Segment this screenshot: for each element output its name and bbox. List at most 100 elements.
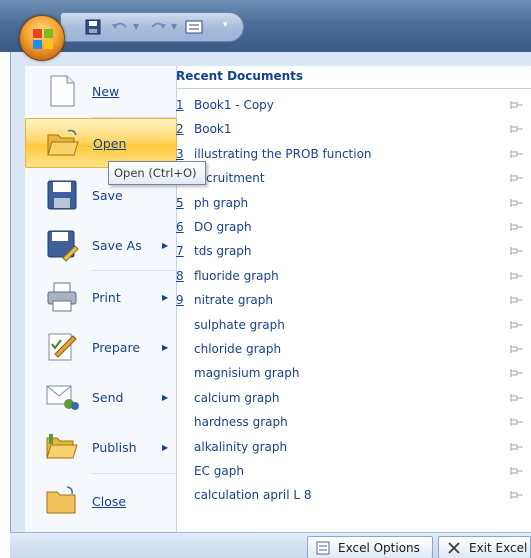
recent-document-name: calculation april L 8 xyxy=(194,488,312,503)
new-label: New xyxy=(92,83,120,99)
office-logo-icon xyxy=(33,29,53,49)
recent-document-item[interactable]: 7 tds graph xyxy=(176,242,531,262)
recent-document-item[interactable]: alkalinity graph xyxy=(176,438,531,458)
recent-document-number: 5 xyxy=(176,195,184,210)
pin-icon[interactable] xyxy=(510,197,524,207)
pin-icon[interactable] xyxy=(510,319,524,329)
options-icon xyxy=(316,541,330,555)
recent-document-name: ph graph xyxy=(194,195,249,210)
save-as-command[interactable]: Save As ▶ xyxy=(25,220,177,270)
save-as-label: Save As xyxy=(92,237,142,253)
close-icon xyxy=(447,541,461,555)
recent-document-item[interactable]: 2 Book1 xyxy=(176,120,531,140)
pin-icon[interactable] xyxy=(510,270,524,280)
quick-access-toolbar: ▼ ▼ ▾ xyxy=(60,12,244,42)
close-folder-icon xyxy=(45,484,79,518)
send-label: Send xyxy=(92,389,124,405)
recent-document-item[interactable]: calculation april L 8 xyxy=(176,486,531,506)
recent-document-item[interactable]: EC gaph xyxy=(176,462,531,482)
office-button[interactable] xyxy=(19,15,65,61)
divider xyxy=(91,270,177,271)
publish-command[interactable]: Publish ▶ xyxy=(25,422,177,472)
print-command[interactable]: Print ▶ xyxy=(25,272,177,322)
submenu-arrow-icon: ▶ xyxy=(162,392,169,402)
recent-document-name: EC gaph xyxy=(194,464,244,478)
send-command[interactable]: Send ▶ xyxy=(25,372,177,422)
recent-document-item[interactable]: hardness graph xyxy=(176,413,531,433)
recent-document-item[interactable]: calcium graph xyxy=(176,389,531,409)
recent-document-number: 8 xyxy=(176,268,184,283)
pin-icon[interactable] xyxy=(510,172,524,183)
prepare-icon xyxy=(45,330,79,364)
submenu-arrow-icon: ▶ xyxy=(162,292,169,302)
recent-document-number: 7 xyxy=(176,244,184,259)
save-label: Save xyxy=(92,187,123,203)
excel-options-button[interactable]: Excel Options xyxy=(307,536,433,558)
new-command[interactable]: New xyxy=(25,66,177,116)
close-command[interactable]: Close xyxy=(25,476,177,526)
command-list: New Open Save Save As ▶ Print ▶ Prepare … xyxy=(25,66,177,558)
pin-icon[interactable] xyxy=(510,416,524,427)
recent-document-number: 1 xyxy=(176,98,184,112)
recent-document-name: DO graph xyxy=(194,220,252,234)
recent-document-name: tds graph xyxy=(194,244,252,259)
close-label: Close xyxy=(92,493,127,509)
open-label: Open xyxy=(93,135,127,151)
recent-document-item[interactable]: 3 illustrating the PROB function xyxy=(176,145,531,165)
recent-document-item[interactable]: magnisium graph xyxy=(176,364,531,384)
recent-document-item[interactable]: 4recruitment xyxy=(176,169,531,189)
excel-options-label: Excel Options xyxy=(338,540,420,555)
recent-document-item[interactable]: 5 ph graph xyxy=(176,194,531,214)
open-tooltip: Open (Ctrl+O) xyxy=(108,161,206,185)
recent-document-item[interactable]: 8 fluoride graph xyxy=(176,267,531,287)
pin-icon[interactable] xyxy=(510,294,524,305)
recent-document-number: 6 xyxy=(176,220,184,234)
pin-icon[interactable] xyxy=(510,245,524,256)
recent-document-number: 2 xyxy=(176,122,184,137)
recent-document-number: 3 xyxy=(176,146,184,161)
save-icon[interactable] xyxy=(85,19,103,35)
recent-document-item[interactable]: 6 DO graph xyxy=(176,218,531,238)
pin-icon[interactable] xyxy=(510,465,524,475)
pin-icon[interactable] xyxy=(510,392,524,402)
send-icon xyxy=(45,380,79,414)
pin-icon[interactable] xyxy=(510,441,524,451)
recent-document-name: calcium graph xyxy=(194,390,280,405)
prepare-label: Prepare xyxy=(92,339,141,355)
recent-document-name: chloride graph xyxy=(194,342,282,356)
pin-icon[interactable] xyxy=(510,343,524,353)
recent-document-item[interactable]: 1 Book1 - Copy xyxy=(176,96,531,116)
redo-icon[interactable] xyxy=(149,19,167,35)
exit-excel-label: Exit Excel xyxy=(469,540,528,555)
recent-document-item[interactable]: sulphate graph xyxy=(176,316,531,336)
printer-icon xyxy=(45,280,79,314)
customize-qat-icon[interactable]: ▾ xyxy=(223,20,241,36)
pin-icon[interactable] xyxy=(510,99,524,109)
form-icon[interactable] xyxy=(185,19,203,35)
recent-document-number: 9 xyxy=(176,293,184,308)
recent-document-name: magnisium graph xyxy=(194,366,300,381)
recent-document-name: Book1 xyxy=(194,122,232,137)
recent-document-item[interactable]: chloride graph xyxy=(176,340,531,360)
recent-document-item[interactable]: 9 nitrate graph xyxy=(176,291,531,311)
divider xyxy=(91,473,177,474)
pin-icon[interactable] xyxy=(510,489,524,500)
recent-document-name: illustrating the PROB function xyxy=(194,146,372,161)
divider xyxy=(176,88,531,89)
recent-document-name: alkalinity graph xyxy=(194,439,288,454)
pin-icon[interactable] xyxy=(510,367,524,378)
exit-excel-button[interactable]: Exit Excel xyxy=(438,536,531,558)
publish-label: Publish xyxy=(92,439,137,455)
undo-icon[interactable] xyxy=(111,19,129,35)
recent-document-name: nitrate graph xyxy=(194,293,273,308)
prepare-command[interactable]: Prepare ▶ xyxy=(25,322,177,372)
submenu-arrow-icon: ▶ xyxy=(162,240,169,250)
pin-icon[interactable] xyxy=(510,123,524,134)
recent-documents-title: Recent Documents xyxy=(176,69,304,83)
pin-icon[interactable] xyxy=(510,148,524,158)
bottom-bar: Excel Options Exit Excel xyxy=(10,532,531,558)
new-document-icon xyxy=(45,74,79,108)
submenu-arrow-icon: ▶ xyxy=(162,342,169,352)
pin-icon[interactable] xyxy=(510,221,524,231)
submenu-arrow-icon: ▶ xyxy=(162,442,169,452)
